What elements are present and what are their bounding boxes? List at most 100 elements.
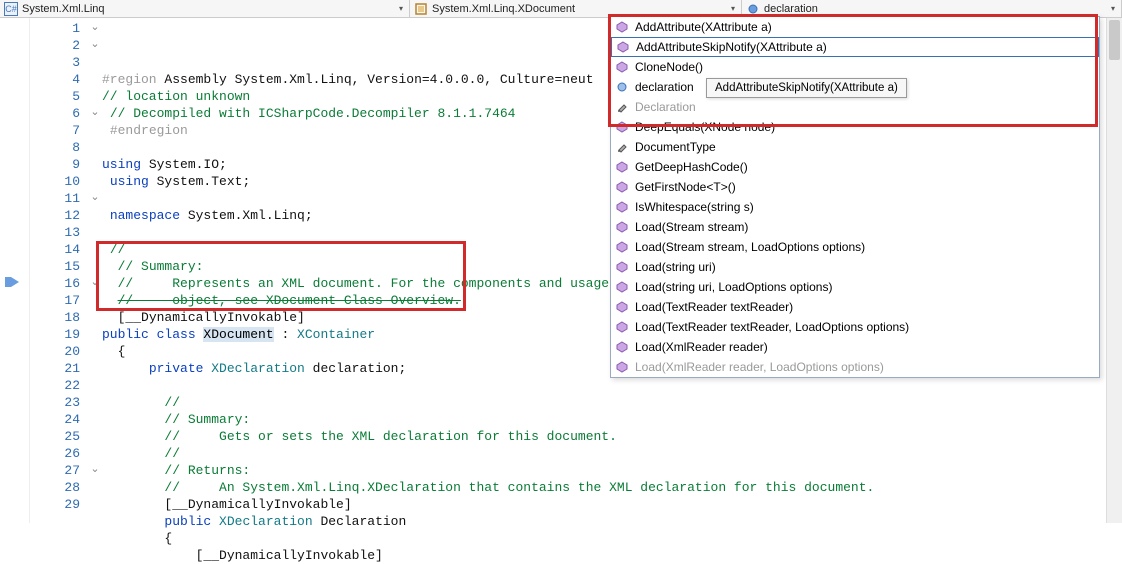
line-number: 29 xyxy=(30,496,80,513)
fold-toggle xyxy=(88,156,102,173)
fold-toggle[interactable]: ⌄ xyxy=(88,20,102,37)
line-number: 22 xyxy=(30,377,80,394)
fold-toggle xyxy=(88,54,102,71)
method-icon xyxy=(615,300,629,314)
line-number: 2 xyxy=(30,37,80,54)
line-number: 28 xyxy=(30,479,80,496)
intellisense-item[interactable]: CloneNode() xyxy=(611,57,1099,77)
intellisense-item[interactable]: Load(XmlReader reader, LoadOptions optio… xyxy=(611,357,1099,377)
chevron-down-icon[interactable]: ▾ xyxy=(727,2,739,14)
intellisense-popup[interactable]: AddAttribute(XAttribute a) AddAttributeSk… xyxy=(610,16,1100,378)
intellisense-item-label: GetFirstNode<T>() xyxy=(635,180,736,194)
method-icon xyxy=(615,340,629,354)
prop-icon xyxy=(615,140,629,154)
fold-toggle[interactable]: ⌄ xyxy=(88,190,102,207)
vertical-scrollbar[interactable] xyxy=(1106,18,1122,523)
fold-toggle xyxy=(88,309,102,326)
method-icon xyxy=(615,360,629,374)
code-line[interactable]: // Returns: xyxy=(102,462,1122,479)
intellisense-item[interactable]: DocumentType xyxy=(611,137,1099,157)
method-icon xyxy=(616,40,630,54)
line-number: 6 xyxy=(30,105,80,122)
intellisense-item[interactable]: Load(Stream stream) xyxy=(611,217,1099,237)
fold-toggle xyxy=(88,258,102,275)
line-number: 17 xyxy=(30,292,80,309)
fold-toggle xyxy=(88,479,102,496)
line-number: 7 xyxy=(30,122,80,139)
line-number: 18 xyxy=(30,309,80,326)
chevron-down-icon[interactable]: ▾ xyxy=(1107,2,1119,14)
code-line[interactable]: [__DynamicallyInvokable] xyxy=(102,547,1122,564)
code-line[interactable]: // xyxy=(102,445,1122,462)
intellisense-item-label: Load(Stream stream, LoadOptions options) xyxy=(635,240,865,254)
code-line[interactable]: // An System.Xml.Linq.XDeclaration that … xyxy=(102,479,1122,496)
intellisense-item[interactable]: Load(TextReader textReader, LoadOptions … xyxy=(611,317,1099,337)
fold-toggle xyxy=(88,428,102,445)
line-number-gutter: 1234567891011121314151617181920212223242… xyxy=(30,18,88,523)
code-line[interactable]: // Summary: xyxy=(102,411,1122,428)
fold-toggle[interactable]: ⌄ xyxy=(88,462,102,479)
fold-toggle xyxy=(88,224,102,241)
fold-toggle xyxy=(88,207,102,224)
intellisense-item[interactable]: Load(Stream stream, LoadOptions options) xyxy=(611,237,1099,257)
line-number: 20 xyxy=(30,343,80,360)
intellisense-item[interactable]: Load(XmlReader reader) xyxy=(611,337,1099,357)
intellisense-item-label: DocumentType xyxy=(635,140,716,154)
line-number: 27 xyxy=(30,462,80,479)
intellisense-item[interactable]: Load(string uri) xyxy=(611,257,1099,277)
intellisense-item[interactable]: Load(TextReader textReader) xyxy=(611,297,1099,317)
bookmark-glyph[interactable] xyxy=(4,275,22,289)
line-number: 4 xyxy=(30,71,80,88)
code-line[interactable]: [__DynamicallyInvokable] xyxy=(102,496,1122,513)
fold-toggle xyxy=(88,496,102,513)
line-number: 1 xyxy=(30,20,80,37)
intellisense-tooltip: AddAttributeSkipNotify(XAttribute a) xyxy=(706,78,907,98)
field-icon xyxy=(746,2,760,16)
intellisense-item[interactable]: Declaration xyxy=(611,97,1099,117)
fold-toggle[interactable]: ⌄ xyxy=(88,105,102,122)
intellisense-item-label: Load(XmlReader reader, LoadOptions optio… xyxy=(635,360,884,374)
code-line[interactable]: public XDeclaration Declaration xyxy=(102,513,1122,530)
method-icon xyxy=(615,260,629,274)
intellisense-item-label: Load(Stream stream) xyxy=(635,220,748,234)
intellisense-item-label: Load(TextReader textReader, LoadOptions … xyxy=(635,320,909,334)
intellisense-item[interactable]: GetDeepHashCode() xyxy=(611,157,1099,177)
crumb-namespace[interactable]: C# System.Xml.Linq ▾ xyxy=(0,0,410,17)
intellisense-item[interactable]: Load(string uri, LoadOptions options) xyxy=(611,277,1099,297)
intellisense-item-label: CloneNode() xyxy=(635,60,703,74)
method-icon xyxy=(615,220,629,234)
scrollbar-thumb[interactable] xyxy=(1109,20,1120,60)
intellisense-item[interactable]: GetFirstNode<T>() xyxy=(611,177,1099,197)
line-number: 23 xyxy=(30,394,80,411)
csharp-file-icon: C# xyxy=(4,2,18,16)
intellisense-item-label: Load(XmlReader reader) xyxy=(635,340,768,354)
code-line[interactable]: // xyxy=(102,394,1122,411)
intellisense-item[interactable]: DeepEquals(XNode node) xyxy=(611,117,1099,137)
code-line[interactable]: { xyxy=(102,530,1122,547)
line-number: 8 xyxy=(30,139,80,156)
crumb-member[interactable]: declaration ▾ xyxy=(742,0,1122,17)
fold-toggle[interactable]: ⌄ xyxy=(88,275,102,292)
intellisense-item[interactable]: AddAttributeSkipNotify(XAttribute a) xyxy=(611,37,1099,57)
method-icon xyxy=(615,240,629,254)
intellisense-item-label: AddAttributeSkipNotify(XAttribute a) xyxy=(636,40,827,54)
line-number: 16 xyxy=(30,275,80,292)
crumb-class[interactable]: System.Xml.Linq.XDocument ▾ xyxy=(410,0,742,17)
fold-toggle xyxy=(88,360,102,377)
fold-toggle xyxy=(88,173,102,190)
fold-toggle[interactable]: ⌄ xyxy=(88,37,102,54)
code-line[interactable]: // Gets or sets the XML declaration for … xyxy=(102,428,1122,445)
line-number: 24 xyxy=(30,411,80,428)
method-icon xyxy=(615,200,629,214)
intellisense-item[interactable]: IsWhitespace(string s) xyxy=(611,197,1099,217)
fold-toggle xyxy=(88,88,102,105)
method-icon xyxy=(615,20,629,34)
intellisense-item[interactable]: AddAttribute(XAttribute a) xyxy=(611,17,1099,37)
fold-column[interactable]: ⌄⌄⌄⌄⌄⌄ xyxy=(88,18,102,523)
crumb-class-label: System.Xml.Linq.XDocument xyxy=(432,3,575,15)
chevron-down-icon[interactable]: ▾ xyxy=(395,2,407,14)
code-line[interactable] xyxy=(102,377,1122,394)
fold-toggle xyxy=(88,394,102,411)
fold-toggle xyxy=(88,377,102,394)
intellisense-item-label: declaration xyxy=(635,80,694,94)
